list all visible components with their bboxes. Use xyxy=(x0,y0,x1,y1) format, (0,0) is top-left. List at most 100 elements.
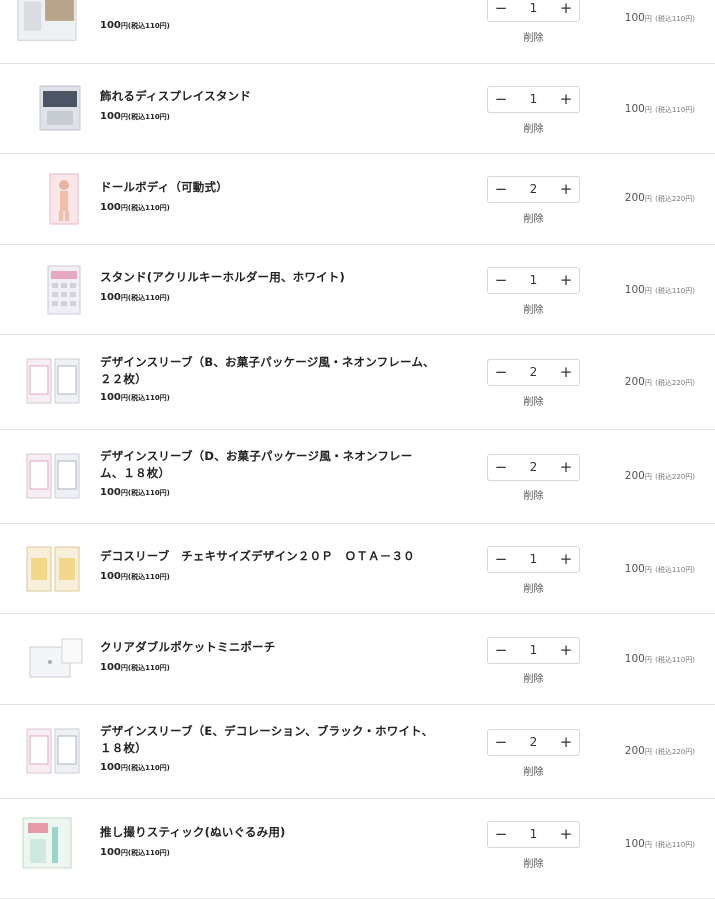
line-total-value: 200 xyxy=(624,745,645,757)
increase-quantity-button[interactable]: + xyxy=(553,177,579,202)
quantity-value[interactable]: 1 xyxy=(514,638,553,663)
manga-shelf-image[interactable] xyxy=(16,0,78,48)
unit-price-tax: (税込110円) xyxy=(127,849,170,857)
unit-price-tax: (税込110円) xyxy=(127,664,170,672)
photo-stick-image[interactable] xyxy=(16,812,78,874)
line-total-value: 100 xyxy=(624,103,645,115)
acrylic-stand-image[interactable] xyxy=(33,259,95,321)
unit-price-value: 100 xyxy=(100,487,121,498)
unit-price-suffix: 円 xyxy=(120,113,128,121)
decrease-quantity-button[interactable]: − xyxy=(488,547,514,572)
deco-sleeve-image[interactable] xyxy=(22,538,84,600)
line-total-value: 200 xyxy=(624,470,645,482)
quantity-value[interactable]: 2 xyxy=(514,730,553,755)
line-total-value: 200 xyxy=(624,192,645,204)
increase-quantity-button[interactable]: + xyxy=(553,360,579,385)
delete-item-button[interactable]: 削除 xyxy=(487,763,580,778)
quantity-stepper[interactable]: −1 + xyxy=(487,86,580,113)
quantity-stepper[interactable]: −2 + xyxy=(487,176,580,203)
quantity-value[interactable]: 1 xyxy=(514,0,553,21)
unit-price-value: 100 xyxy=(100,111,121,122)
increase-quantity-button[interactable]: + xyxy=(553,547,579,572)
quantity-value[interactable]: 1 xyxy=(514,822,553,847)
quantity-stepper[interactable]: −2 + xyxy=(487,729,580,756)
increase-quantity-button[interactable]: + xyxy=(553,638,579,663)
delete-item-button[interactable]: 削除 xyxy=(487,29,580,44)
display-stand-image[interactable] xyxy=(29,77,91,139)
clear-pouch-image[interactable] xyxy=(26,628,88,690)
decrease-quantity-button[interactable]: − xyxy=(488,0,514,21)
decrease-quantity-button[interactable]: − xyxy=(488,730,514,755)
unit-price: 100円(税込110円) xyxy=(100,392,170,403)
quantity-stepper[interactable]: −1 + xyxy=(487,546,580,573)
line-total-value: 100 xyxy=(624,653,645,665)
quantity-stepper[interactable]: −2 + xyxy=(487,359,580,386)
decrease-quantity-button[interactable]: − xyxy=(488,455,514,480)
quantity-stepper[interactable]: −1 + xyxy=(487,637,580,664)
increase-quantity-button[interactable]: + xyxy=(553,0,579,21)
unit-price: 100円(税込110円) xyxy=(100,662,170,673)
sleeve-pack-image[interactable] xyxy=(22,720,84,782)
decrease-quantity-button[interactable]: − xyxy=(488,177,514,202)
cart-item-row: デザインスリーブ（E、デコレーション、ブラック・ホワイト、１８枚） 100円(税込… xyxy=(0,705,715,799)
unit-price-suffix: 円 xyxy=(120,849,128,857)
product-name[interactable]: デザインスリーブ（D、お菓子パッケージ風・ネオンフレーム、１８枚） xyxy=(100,448,435,482)
product-name[interactable]: スタンド(アクリルキーホルダー用、ホワイト) xyxy=(100,269,435,286)
line-total-price: 200円 (税込220円) xyxy=(625,376,695,388)
line-total-suffix: 円 xyxy=(644,195,652,203)
product-name[interactable]: 推し撮りスティック(ぬいぐるみ用) xyxy=(100,824,435,841)
delete-item-button[interactable]: 削除 xyxy=(487,487,580,502)
product-name[interactable]: デコスリーブ チェキサイズデザイン２０Ｐ ＯＴＡ－３０ xyxy=(100,548,435,565)
decrease-quantity-button[interactable]: − xyxy=(488,268,514,293)
product-name[interactable]: デザインスリーブ（E、デコレーション、ブラック・ホワイト、１８枚） xyxy=(100,723,435,757)
increase-quantity-button[interactable]: + xyxy=(553,730,579,755)
delete-item-button[interactable]: 削除 xyxy=(487,120,580,135)
quantity-stepper[interactable]: −2 + xyxy=(487,454,580,481)
line-total-price: 100円 (税込110円) xyxy=(625,103,695,115)
cart-item-row: 推し撮りスティック(ぬいぐるみ用) 100円(税込110円) −1 + 削除 100円 (… xyxy=(0,799,715,899)
line-total-price: 200円 (税込220円) xyxy=(625,745,695,757)
quantity-value[interactable]: 1 xyxy=(514,268,553,293)
line-total-tax: (税込110円) xyxy=(655,287,695,295)
doll-body-image[interactable] xyxy=(33,168,95,230)
decrease-quantity-button[interactable]: − xyxy=(488,822,514,847)
decrease-quantity-button[interactable]: − xyxy=(488,638,514,663)
line-total-suffix: 円 xyxy=(644,656,652,664)
quantity-value[interactable]: 2 xyxy=(514,177,553,202)
decrease-quantity-button[interactable]: − xyxy=(488,360,514,385)
line-total-suffix: 円 xyxy=(644,841,652,849)
quantity-stepper[interactable]: −1 + xyxy=(487,821,580,848)
quantity-value[interactable]: 1 xyxy=(514,547,553,572)
increase-quantity-button[interactable]: + xyxy=(553,455,579,480)
unit-price: 100円(税込110円) xyxy=(100,111,170,122)
unit-price-suffix: 円 xyxy=(120,664,128,672)
delete-item-button[interactable]: 削除 xyxy=(487,210,580,225)
cart-item-row: デコスリーブ チェキサイズデザイン２０Ｐ ＯＴＡ－３０ 100円(税込110円) −… xyxy=(0,524,715,614)
line-total-tax: (税込220円) xyxy=(655,195,695,203)
quantity-value[interactable]: 1 xyxy=(514,87,553,112)
unit-price-value: 100 xyxy=(100,662,121,673)
increase-quantity-button[interactable]: + xyxy=(553,822,579,847)
increase-quantity-button[interactable]: + xyxy=(553,87,579,112)
increase-quantity-button[interactable]: + xyxy=(553,268,579,293)
delete-item-button[interactable]: 削除 xyxy=(487,580,580,595)
product-name[interactable]: デザインスリーブ（B、お菓子パッケージ風・ネオンフレーム、２２枚） xyxy=(100,354,435,388)
delete-item-button[interactable]: 削除 xyxy=(487,301,580,316)
decrease-quantity-button[interactable]: − xyxy=(488,87,514,112)
product-name[interactable]: ドールボディ（可動式） xyxy=(100,179,435,196)
delete-item-button[interactable]: 削除 xyxy=(487,393,580,408)
sleeve-pack-image[interactable] xyxy=(22,350,84,412)
quantity-stepper[interactable]: −1 + xyxy=(487,0,580,22)
product-name[interactable]: クリアダブルポケットミニポーチ xyxy=(100,639,435,656)
line-total-tax: (税込110円) xyxy=(655,656,695,664)
unit-price-suffix: 円 xyxy=(120,764,128,772)
quantity-value[interactable]: 2 xyxy=(514,455,553,480)
unit-price-suffix: 円 xyxy=(120,22,128,30)
product-name[interactable]: 飾れるディスプレイスタンド xyxy=(100,88,435,105)
quantity-value[interactable]: 2 xyxy=(514,360,553,385)
sleeve-pack-image[interactable] xyxy=(22,445,84,507)
delete-item-button[interactable]: 削除 xyxy=(487,855,580,870)
delete-item-button[interactable]: 削除 xyxy=(487,670,580,685)
quantity-stepper[interactable]: −1 + xyxy=(487,267,580,294)
line-total-tax: (税込220円) xyxy=(655,379,695,387)
